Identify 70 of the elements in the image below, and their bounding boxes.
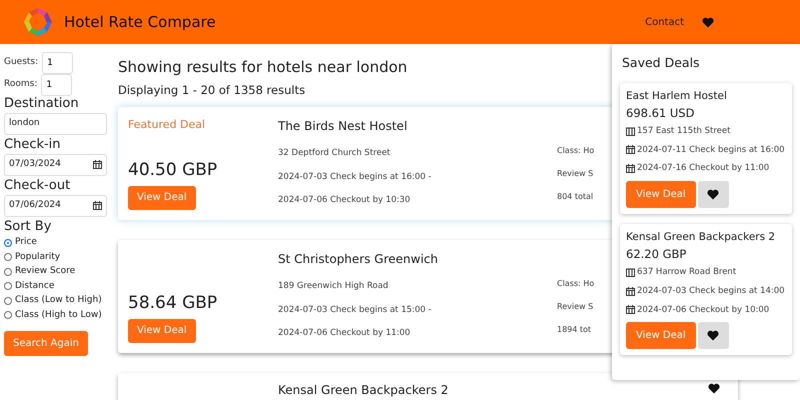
results-heading: Showing results for hotels near london bbox=[118, 57, 408, 78]
calendar-icon bbox=[626, 286, 635, 296]
hotel-detail: 804 total bbox=[557, 190, 594, 203]
sort-label: Sort By bbox=[4, 218, 52, 236]
hotel-detail: 1894 tot bbox=[557, 324, 592, 336]
hotel-name: The Birds Nest Hostel bbox=[278, 118, 408, 135]
hotel-detail: 2024-07-03 Check begins at 16:00 - bbox=[278, 170, 432, 184]
input-field[interactable]: 07/06/2024 bbox=[4, 194, 107, 217]
radio-button[interactable] bbox=[4, 296, 12, 305]
calendar-icon bbox=[626, 164, 635, 174]
hotel-detail: Class: Ho bbox=[557, 278, 596, 290]
hotel-detail: Class: Ho bbox=[557, 144, 596, 157]
hotel-detail: 2024-07-03 Check begins at 14:00 bbox=[637, 284, 785, 298]
radio-button[interactable] bbox=[4, 253, 12, 262]
radio-button[interactable] bbox=[4, 268, 12, 276]
field-label: Rooms: bbox=[4, 78, 38, 92]
radio-label[interactable]: Distance bbox=[15, 280, 54, 294]
radio-label[interactable]: Review Score bbox=[15, 265, 76, 279]
heart-icon bbox=[707, 330, 720, 342]
radio-label[interactable]: Class (High to Low) bbox=[15, 308, 102, 322]
hotel-detail: Review S bbox=[557, 168, 594, 180]
hotel-detail: 2024-07-06 Checkout by 10:00 bbox=[637, 304, 770, 316]
price: 62.20 GBP bbox=[626, 246, 688, 263]
hotel-detail: 2024-07-06 Checkout by 11:00 bbox=[278, 327, 412, 340]
calendar-icon bbox=[93, 201, 102, 210]
heart-icon[interactable] bbox=[708, 383, 720, 394]
radio-label[interactable]: Popularity bbox=[15, 250, 60, 264]
price: 40.50 GBP bbox=[128, 159, 218, 182]
radio-button[interactable] bbox=[4, 311, 12, 320]
calendar-icon bbox=[626, 305, 635, 314]
building-icon bbox=[626, 268, 635, 277]
hotel-detail: 2024-07-11 Check begins at 16:00 bbox=[637, 144, 785, 156]
contact-link[interactable]: Contact bbox=[645, 14, 684, 30]
save-button[interactable] bbox=[698, 322, 729, 350]
hotel-detail: 2024-07-03 Check begins at 15:00 - bbox=[278, 304, 432, 316]
input-field[interactable]: 07/03/2024 bbox=[4, 154, 107, 176]
radio-label[interactable]: Price bbox=[15, 236, 37, 250]
heart-icon bbox=[707, 189, 720, 200]
price: 698.61 USD bbox=[626, 104, 696, 122]
building-icon bbox=[626, 126, 635, 136]
radio-button[interactable] bbox=[4, 238, 12, 247]
hotel-detail: 637 Harrow Road Brent bbox=[637, 266, 736, 279]
hotel-detail: 32 Deptford Church Street bbox=[278, 146, 392, 160]
radio-button[interactable] bbox=[4, 282, 12, 290]
price: 58.64 GBP bbox=[128, 292, 218, 316]
featured-label: Featured Deal bbox=[128, 116, 206, 133]
saved-deals-icon[interactable] bbox=[702, 16, 714, 28]
input-field[interactable]: london bbox=[4, 112, 107, 135]
hotel-name: Kensal Green Backpackers 2 bbox=[278, 382, 450, 399]
hotel-name: St Christophers Greenwich bbox=[278, 250, 439, 268]
hotel-name: East Harlem Hostel bbox=[626, 88, 728, 104]
hotel-detail: Review S bbox=[557, 300, 594, 313]
hotel-detail: 2024-07-16 Checkout by 11:00 bbox=[637, 162, 770, 175]
calendar-icon bbox=[626, 145, 635, 154]
field-label: Check-out bbox=[4, 178, 72, 195]
radio-label[interactable]: Class (Low to High) bbox=[15, 294, 102, 308]
number-field[interactable]: 1 bbox=[41, 74, 72, 96]
hotel-detail: 189 Greenwich High Road bbox=[278, 280, 390, 292]
hotel-detail: 2024-07-06 Checkout by 10:30 bbox=[278, 194, 412, 207]
panel-title: Saved Deals bbox=[622, 54, 701, 72]
number-field[interactable]: 1 bbox=[42, 52, 74, 74]
field-label: Guests: bbox=[4, 56, 38, 70]
calendar-icon bbox=[93, 160, 102, 170]
save-button[interactable] bbox=[698, 181, 729, 208]
hotel-name: Kensal Green Backpackers 2 bbox=[626, 230, 776, 245]
hotel-detail: 157 East 115th Street bbox=[637, 124, 730, 138]
field-label: Check-in bbox=[4, 136, 62, 154]
brand-name[interactable]: Hotel Rate Compare bbox=[64, 10, 216, 34]
results-summary: Displaying 1 - 20 of 1358 results bbox=[118, 82, 306, 98]
field-label: Destination bbox=[4, 96, 80, 113]
